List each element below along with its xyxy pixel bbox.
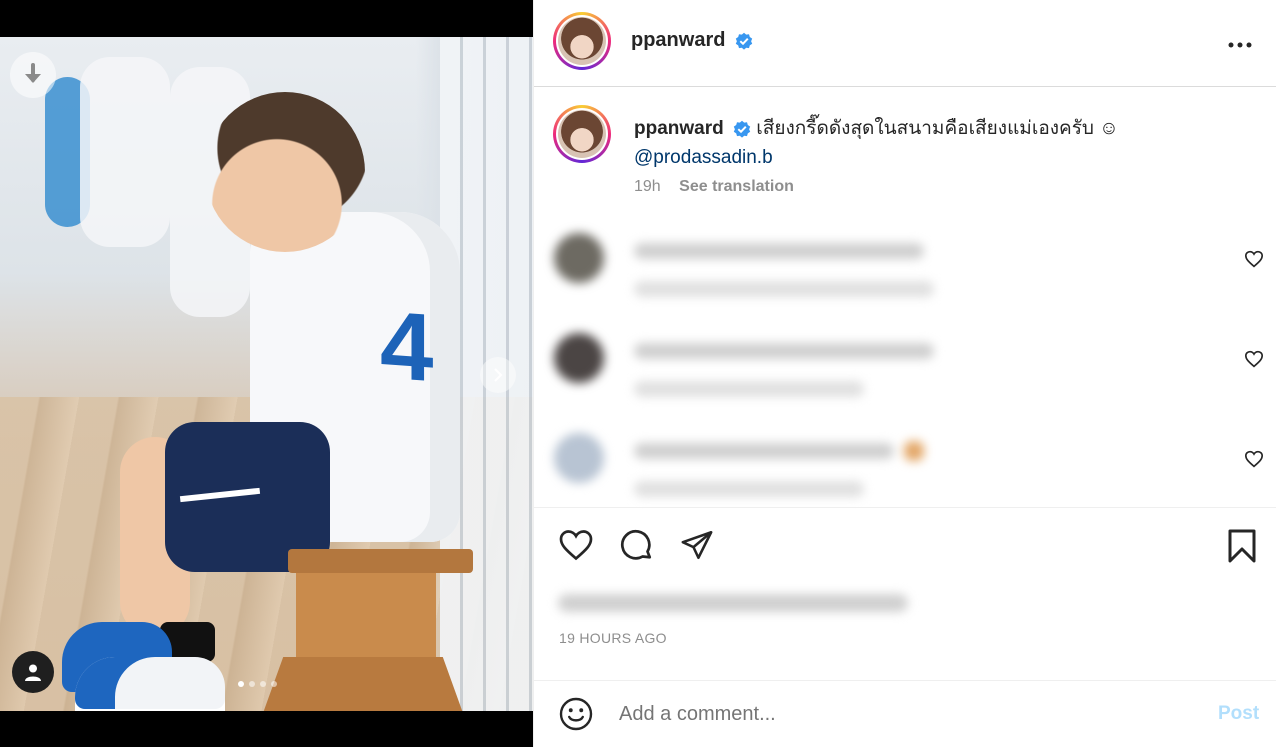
comment-meta-blurred [634,481,864,497]
comment-item [554,433,1264,513]
chevron-right-icon [494,368,503,382]
photo-sneaker [75,657,225,711]
more-options-icon [1228,42,1252,48]
carousel-dot [260,681,266,687]
photo-child-head [205,92,365,252]
next-photo-button[interactable] [480,357,516,393]
heart-icon[interactable] [558,528,594,562]
photo-background-child [80,57,170,247]
post-media: 4 [0,0,533,747]
post-header: ppanward [534,0,1276,87]
comment-emoji-blurred [904,441,924,461]
share-icon[interactable] [679,528,715,562]
comment-icon[interactable] [619,528,655,564]
carousel-indicator [238,681,277,687]
verified-badge-icon [735,32,753,50]
comment-like-icon[interactable] [1244,350,1264,368]
post-photo[interactable]: 4 [0,37,533,711]
emoji-icon[interactable] [558,696,594,732]
post-caption: ppanward เสียงกรี๊ดดังสุดในสนามคือเสียงแ… [634,114,1234,172]
post-details: ppanward ppanward เสียงกรี๊ดดังสุดในสนาม… [533,0,1276,747]
carousel-dot [249,681,255,687]
more-options-button[interactable] [1227,30,1253,50]
carousel-dot [271,681,277,687]
comment-text-blurred [634,443,894,459]
caption-text: เสียงกรี๊ดดังสุดในสนามคือเสียงแม่เองครับ… [756,118,1119,139]
comment-text-blurred [634,243,924,259]
verified-badge-icon [733,120,751,138]
comment-avatar[interactable] [554,433,604,483]
download-icon [25,63,41,83]
comment-avatar[interactable] [554,233,604,283]
likes-summary-blurred [558,594,908,612]
comment-item [554,233,1264,313]
comment-item [554,333,1264,413]
see-translation-button[interactable]: See translation [679,178,794,195]
comment-text-blurred [634,343,934,359]
header-username[interactable]: ppanward [631,29,753,52]
bookmark-icon[interactable] [1227,528,1257,564]
caption-time[interactable]: 19h [634,178,661,195]
download-button[interactable] [10,52,56,98]
post-actions [534,507,1276,588]
caption-avatar[interactable] [553,105,611,163]
post-timestamp[interactable]: 19 HOURS AGO [559,630,667,646]
comment-composer: Post [534,680,1276,748]
caption-mention-link[interactable]: @prodassadin.b [634,147,773,168]
comment-meta-blurred [634,381,864,397]
comment-input[interactable] [619,703,1179,726]
caption-username[interactable]: ppanward [634,118,724,139]
avatar[interactable] [553,12,611,70]
comment-like-icon[interactable] [1244,250,1264,268]
photo-stool [258,549,473,711]
jersey-number: 4 [380,291,428,402]
tagged-users-button[interactable] [12,651,54,693]
username-text: ppanward [631,29,726,51]
caption-meta: 19h See translation [634,178,794,196]
comment-meta-blurred [634,281,934,297]
comment-avatar[interactable] [554,333,604,383]
carousel-dot [238,681,244,687]
post-comment-button[interactable]: Post [1218,703,1259,725]
user-tag-icon [25,664,41,681]
comment-like-icon[interactable] [1244,450,1264,468]
